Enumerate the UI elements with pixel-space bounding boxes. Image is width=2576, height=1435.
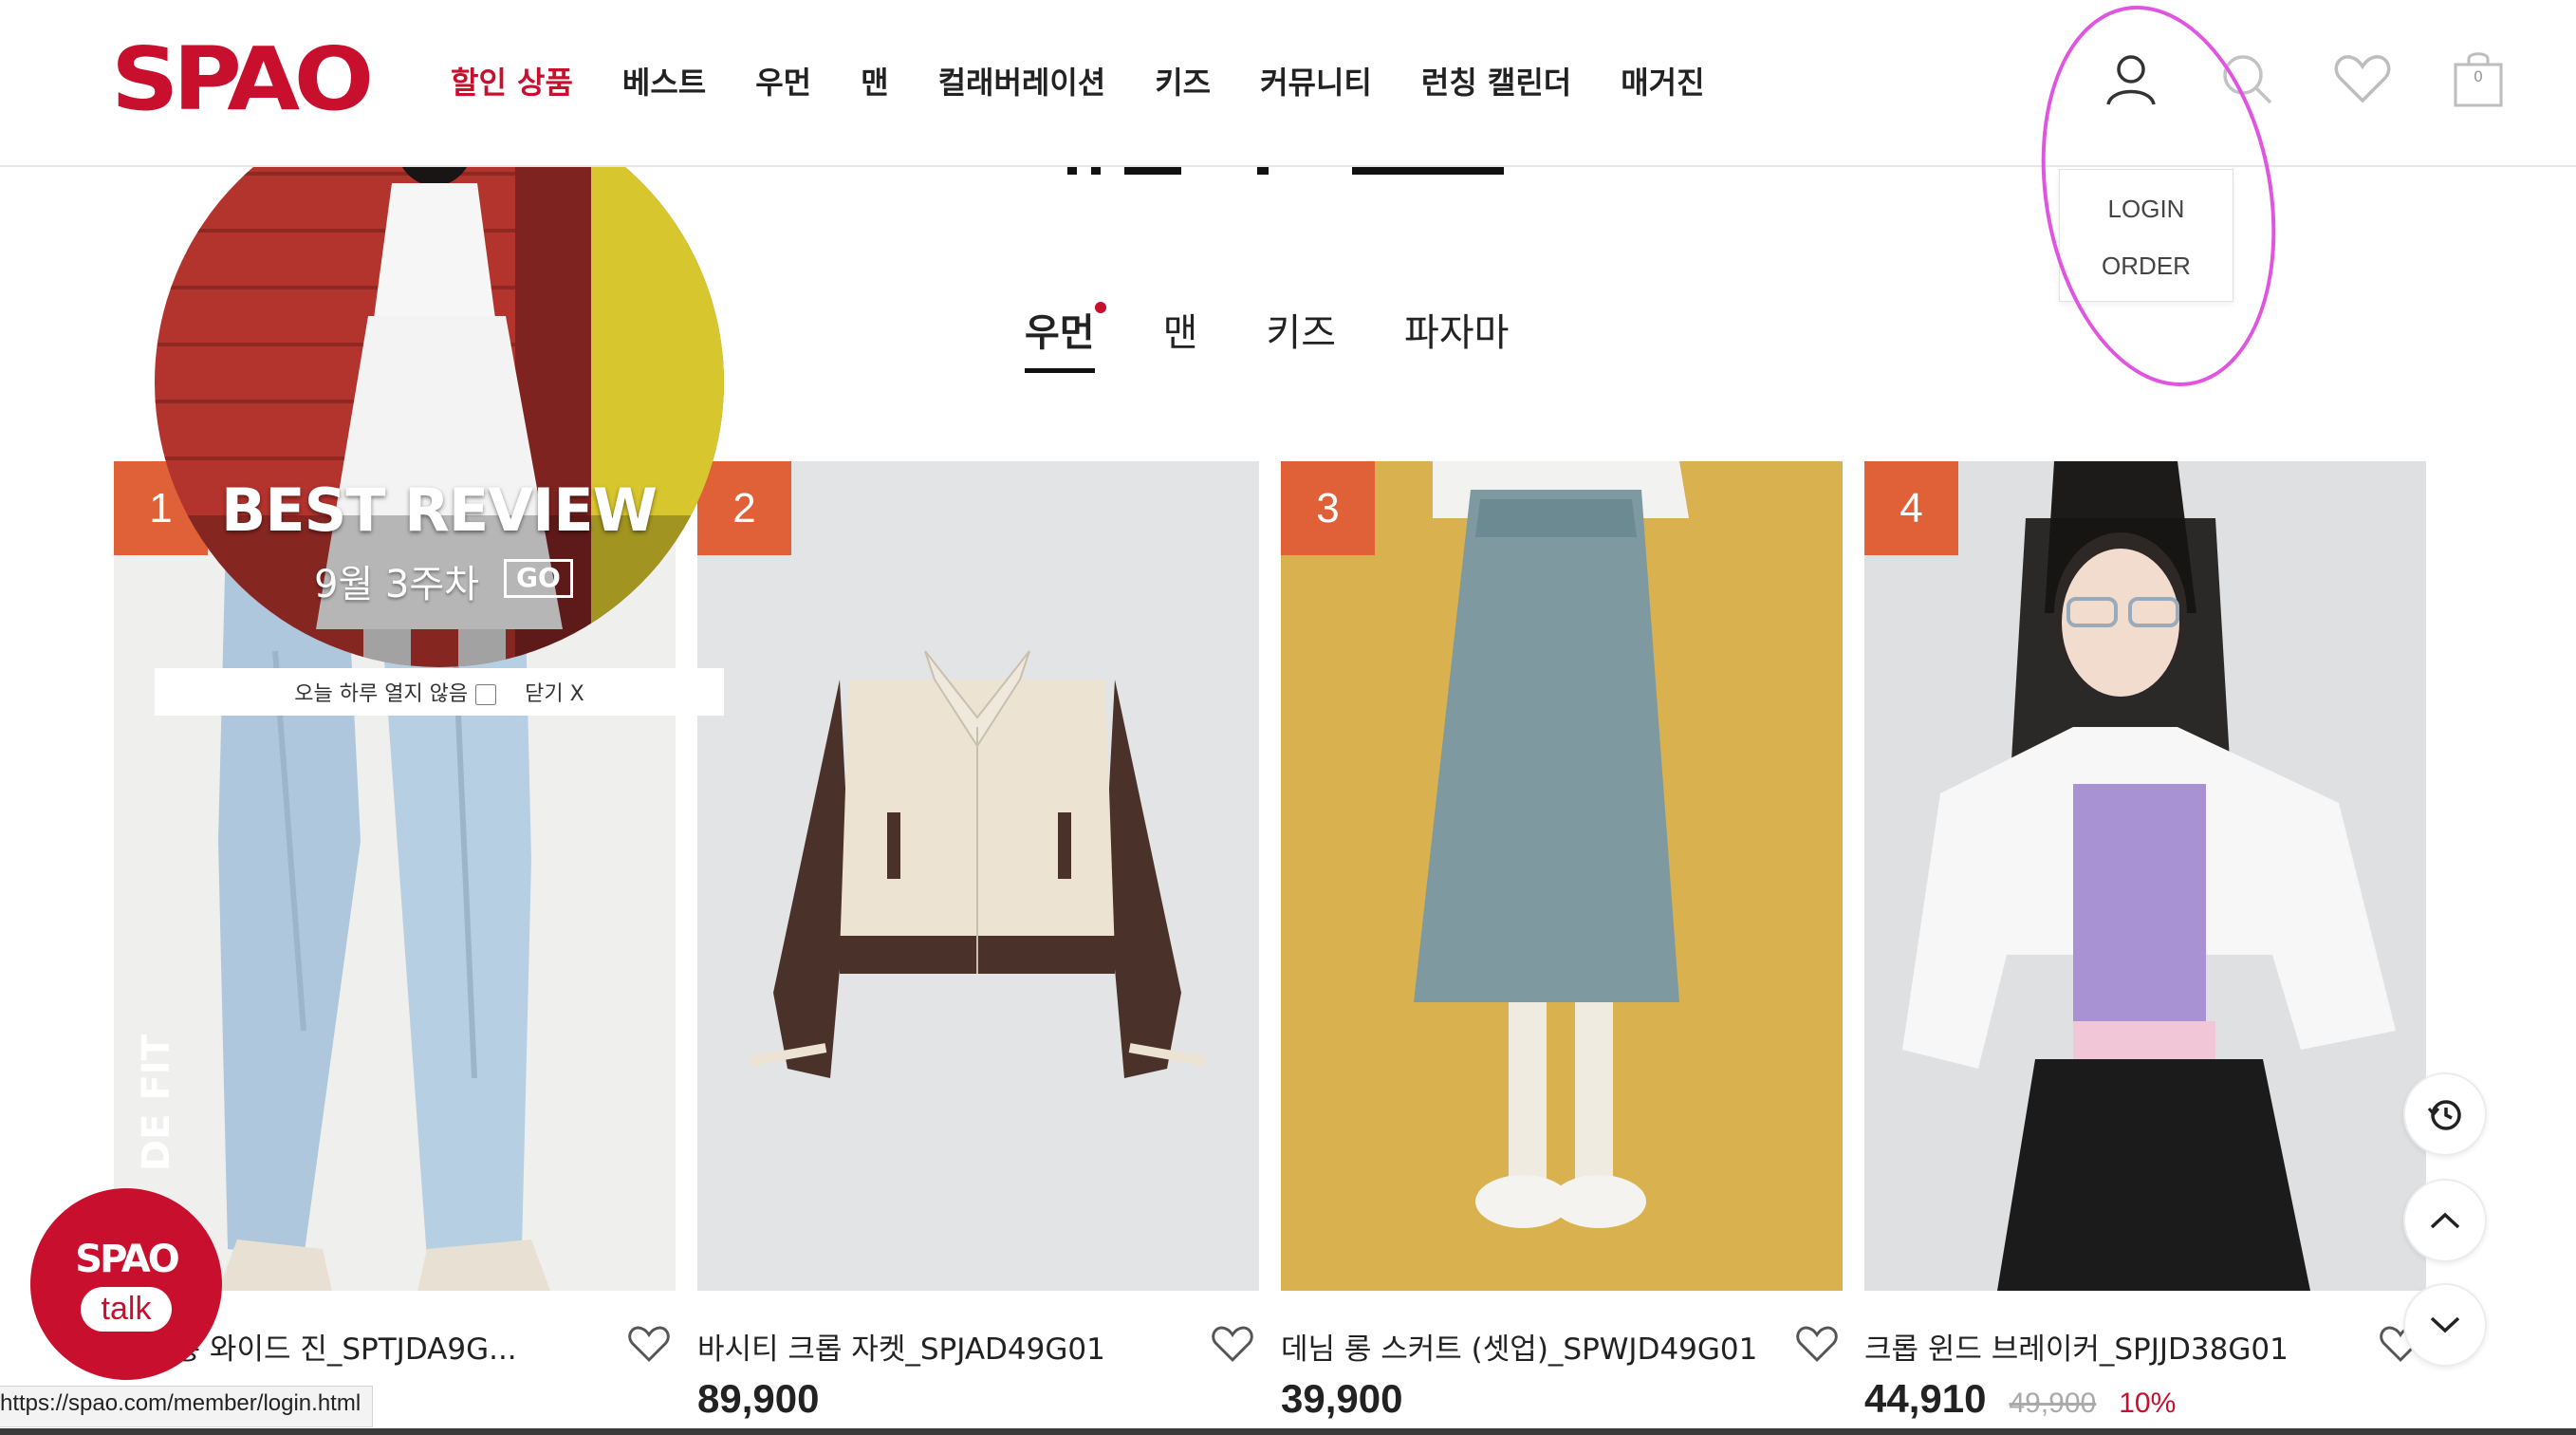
- history-icon: [2427, 1100, 2461, 1130]
- rank-badge: 4: [1864, 461, 1958, 555]
- chevron-up-icon: [2430, 1212, 2460, 1229]
- scroll-up-button[interactable]: [2403, 1179, 2487, 1262]
- product-side-text: DE FIT: [135, 1034, 178, 1171]
- tab-pajama[interactable]: 파자마: [1404, 302, 1509, 373]
- scroll-down-button[interactable]: [2403, 1283, 2487, 1367]
- product-card[interactable]: 3: [1281, 461, 1843, 1291]
- promo-title: BEST REVIEW: [221, 475, 658, 545]
- tab-label: 우먼: [1025, 311, 1095, 355]
- product-price: 39,900: [1281, 1376, 1403, 1421]
- original-price: 49,900: [2009, 1388, 2097, 1419]
- close-popup-button[interactable]: 닫기 X: [525, 677, 584, 707]
- site-header: SPAO 할인 상품 베스트 우먼 맨 컬래버레이션 키즈 커뮤니티 런칭 캘린…: [0, 0, 2576, 167]
- new-dot: [1094, 302, 1106, 313]
- tab-kids[interactable]: 키즈: [1266, 302, 1336, 373]
- order-link[interactable]: ORDER: [2060, 252, 2233, 281]
- account-dropdown: LOGIN ORDER: [2059, 169, 2233, 302]
- product-price: 44,910: [1864, 1376, 1987, 1421]
- nav-item-community[interactable]: 커뮤니티: [1260, 59, 1372, 102]
- wishlist-heart-icon[interactable]: [1796, 1325, 1838, 1367]
- rank-badge: 3: [1281, 461, 1375, 555]
- header-icons: 0: [2102, 43, 2508, 115]
- best-review-popup[interactable]: BEST REVIEW 9월 3주차 GO: [155, 98, 724, 667]
- nav-item-magazine[interactable]: 매거진: [1621, 59, 1704, 102]
- dont-show-today[interactable]: 오늘 하루 열지 않음: [294, 677, 497, 707]
- tab-women[interactable]: 우먼: [1025, 302, 1106, 373]
- recent-history-button[interactable]: [2403, 1072, 2487, 1156]
- spao-talk-button[interactable]: SPAO talk: [30, 1188, 222, 1380]
- window-bottom-edge: [0, 1428, 2576, 1435]
- nav-item-sale[interactable]: 할인 상품: [451, 59, 573, 102]
- nav-item-launch-calendar[interactable]: 런칭 캘린더: [1421, 59, 1571, 102]
- spao-logo[interactable]: SPAO: [111, 36, 374, 123]
- wishlist-heart-icon[interactable]: [1212, 1325, 1253, 1367]
- product-card[interactable]: 2: [697, 461, 1259, 1291]
- category-tabs: 우먼 맨 키즈 파자마: [1025, 302, 1509, 373]
- nav-item-women[interactable]: 우먼: [755, 59, 811, 102]
- product-price-row: 44,910 49,900 10%: [1864, 1376, 2176, 1422]
- wishlist-heart-icon[interactable]: [628, 1325, 670, 1367]
- nav-item-kids[interactable]: 키즈: [1155, 59, 1211, 102]
- discount-rate: 10%: [2119, 1388, 2177, 1419]
- nav-item-best[interactable]: 베스트: [622, 59, 706, 102]
- talk-logo: SPAO: [75, 1237, 179, 1281]
- cart-icon[interactable]: 0: [2449, 43, 2508, 115]
- dont-show-today-label: 오늘 하루 열지 않음: [294, 682, 469, 706]
- dont-show-today-checkbox[interactable]: [475, 684, 497, 705]
- talk-label: talk: [80, 1286, 173, 1332]
- nav-item-men[interactable]: 맨: [861, 59, 888, 102]
- main-nav: 할인 상품 베스트 우먼 맨 컬래버레이션 키즈 커뮤니티 런칭 캘린더 매거진: [451, 59, 1705, 102]
- product-name[interactable]: 바시티 크롭 자켓_SPJAD49G01: [697, 1325, 1105, 1368]
- search-icon[interactable]: [2217, 43, 2276, 115]
- promo-go-button[interactable]: GO: [504, 559, 573, 598]
- promo-subtitle: 9월 3주차: [314, 563, 480, 606]
- product-image[interactable]: 2: [697, 461, 1259, 1291]
- status-bar-url: https://spao.com/member/login.html: [0, 1386, 374, 1427]
- cart-count: 0: [2473, 67, 2484, 85]
- nav-item-collaboration[interactable]: 컬래버레이션: [938, 59, 1106, 102]
- chevron-down-icon: [2430, 1316, 2460, 1333]
- login-link[interactable]: LOGIN: [2060, 195, 2233, 224]
- product-price: 89,900: [697, 1376, 820, 1421]
- tab-men[interactable]: 맨: [1163, 302, 1198, 373]
- user-icon[interactable]: [2102, 43, 2160, 115]
- product-name[interactable]: 데님 롱 스커트 (셋업)_SPWJD49G01: [1281, 1325, 1757, 1368]
- promo-controls: 오늘 하루 열지 않음 닫기 X: [155, 668, 724, 716]
- product-image[interactable]: 3: [1281, 461, 1843, 1291]
- product-card[interactable]: 4: [1864, 461, 2426, 1291]
- product-name[interactable]: 크롭 윈드 브레이커_SPJJD38G01: [1864, 1325, 2289, 1368]
- heart-icon[interactable]: [2333, 43, 2392, 115]
- product-image[interactable]: 4: [1864, 461, 2426, 1291]
